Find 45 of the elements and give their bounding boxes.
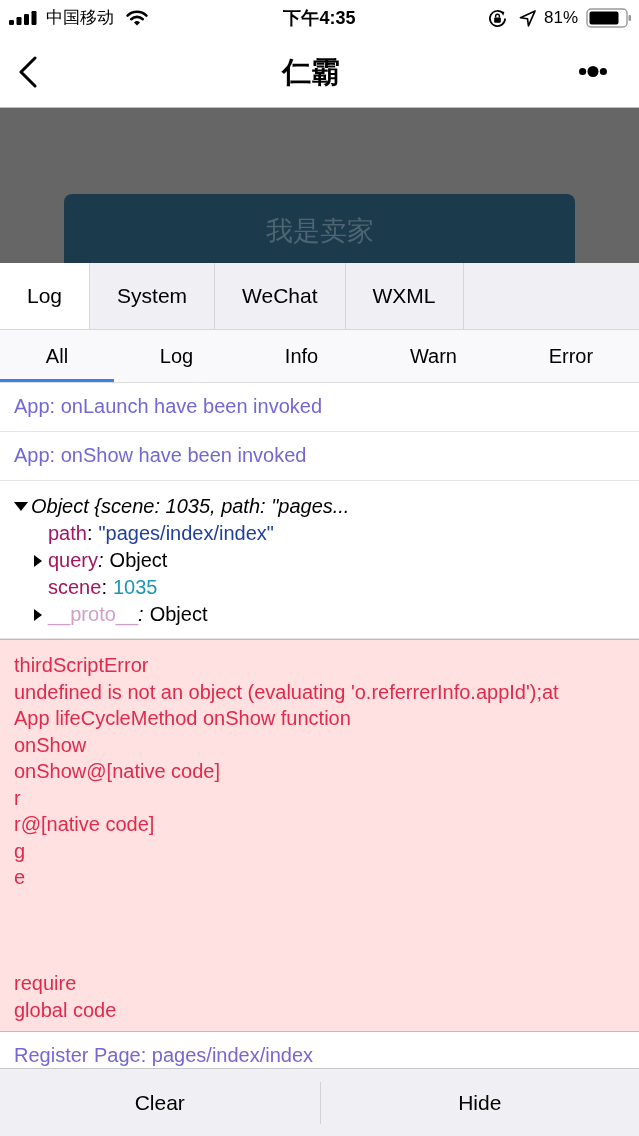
console-action-button[interactable]: Clear <box>0 1069 320 1136</box>
error-text-line: undefined is not an object (evaluating 'o.referrerInfo.appId');at <box>14 679 559 705</box>
wifi-icon <box>126 10 148 26</box>
battery-icon <box>586 8 632 28</box>
property-value: Object <box>109 548 168 573</box>
property-value: Object <box>149 602 208 627</box>
page-title: 仁霸 <box>281 54 340 89</box>
error-text-line: global code <box>14 997 117 1023</box>
property-key: __proto__: <box>48 601 144 628</box>
log-filter-tab[interactable]: Info <box>239 330 365 382</box>
more-icon <box>579 66 607 77</box>
property-value: "pages/index/index" <box>98 521 274 546</box>
log-filter-tab[interactable]: All <box>0 330 114 382</box>
log-message: Register Page: pages/index/index <box>14 1044 314 1066</box>
console-action-button[interactable]: Hide <box>320 1069 639 1136</box>
error-text-line: r@[native code] <box>14 812 155 837</box>
log-filter-tab[interactable]: Error <box>502 330 639 382</box>
collapsed-triangle-icon[interactable] <box>34 554 42 567</box>
carrier-name: 中国移动 <box>46 8 114 28</box>
property-key: query: <box>48 547 104 574</box>
log-message: App: onLaunch have been invoked <box>14 395 323 417</box>
clock-time: 下午4:35 <box>283 8 356 28</box>
console-tab[interactable]: Log <box>0 263 91 329</box>
error-text-line: onShow@[native code] <box>14 759 220 784</box>
property-value: 1035 <box>112 575 158 600</box>
property-key: scene: <box>48 574 107 601</box>
object-summary: Object {scene: 1035, path: "pages... <box>31 494 350 519</box>
error-text-line: App lifeCycleMethod onShow function <box>14 706 351 731</box>
error-text-line: e <box>14 865 26 890</box>
signal-icon <box>9 11 38 25</box>
back-chevron-icon <box>18 55 38 88</box>
collapsed-triangle-icon[interactable] <box>34 608 42 621</box>
error-text-line: thirdScriptError <box>14 653 149 678</box>
log-filter-tab[interactable]: Log <box>113 330 239 382</box>
battery-percent: 81% <box>543 8 578 28</box>
log-filter-tab[interactable]: Warn <box>364 330 503 382</box>
error-text-line: g <box>14 838 26 864</box>
orientation-lock-icon <box>487 8 507 28</box>
error-text-line: onShow <box>14 732 87 758</box>
expanded-triangle-icon[interactable] <box>14 502 28 511</box>
error-text-line: require <box>14 971 77 996</box>
location-arrow-icon <box>518 9 536 27</box>
error-text-line: r <box>14 785 21 811</box>
log-message: App: onShow have been invoked <box>14 444 307 466</box>
property-key: path: <box>48 520 93 547</box>
